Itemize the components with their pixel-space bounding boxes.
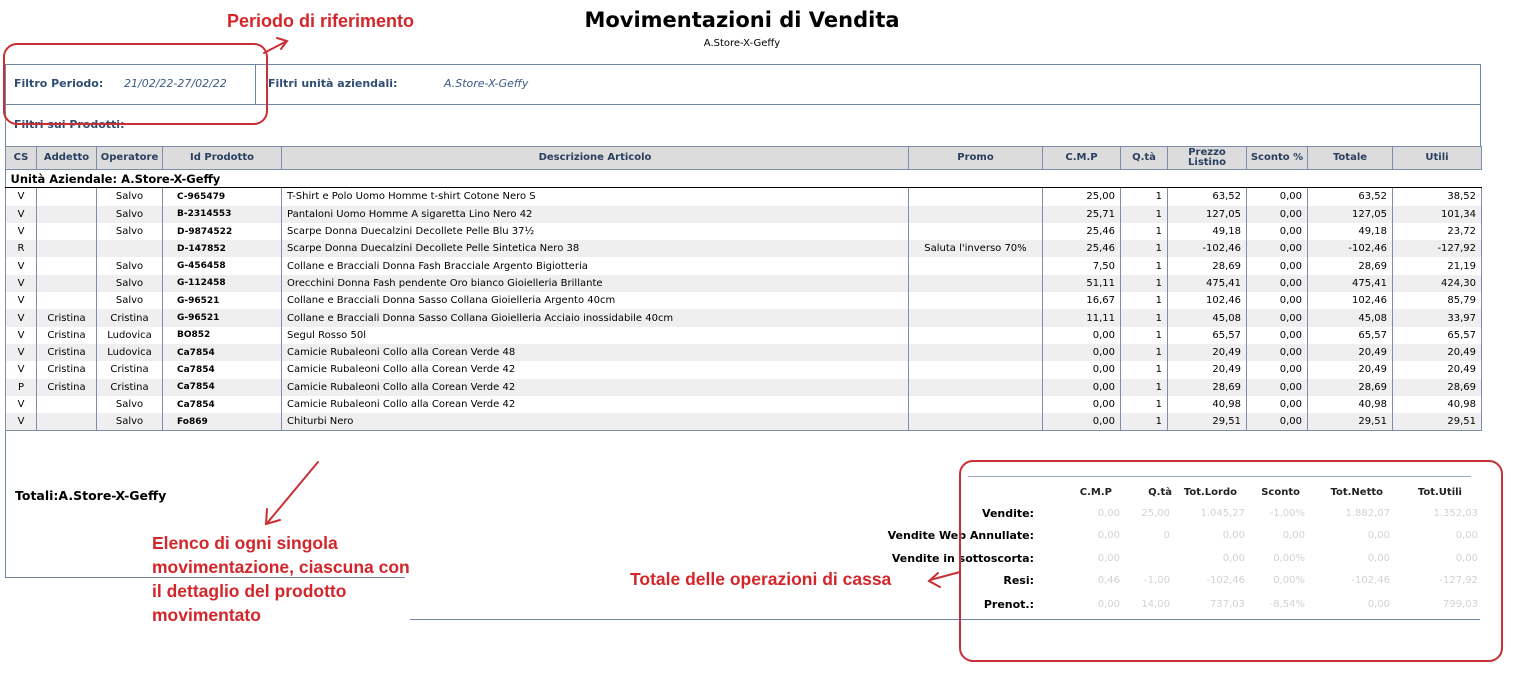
list-arrow (267, 461, 319, 523)
annotation-arrows (263, 37, 961, 588)
totals-arrow-head (927, 572, 941, 588)
